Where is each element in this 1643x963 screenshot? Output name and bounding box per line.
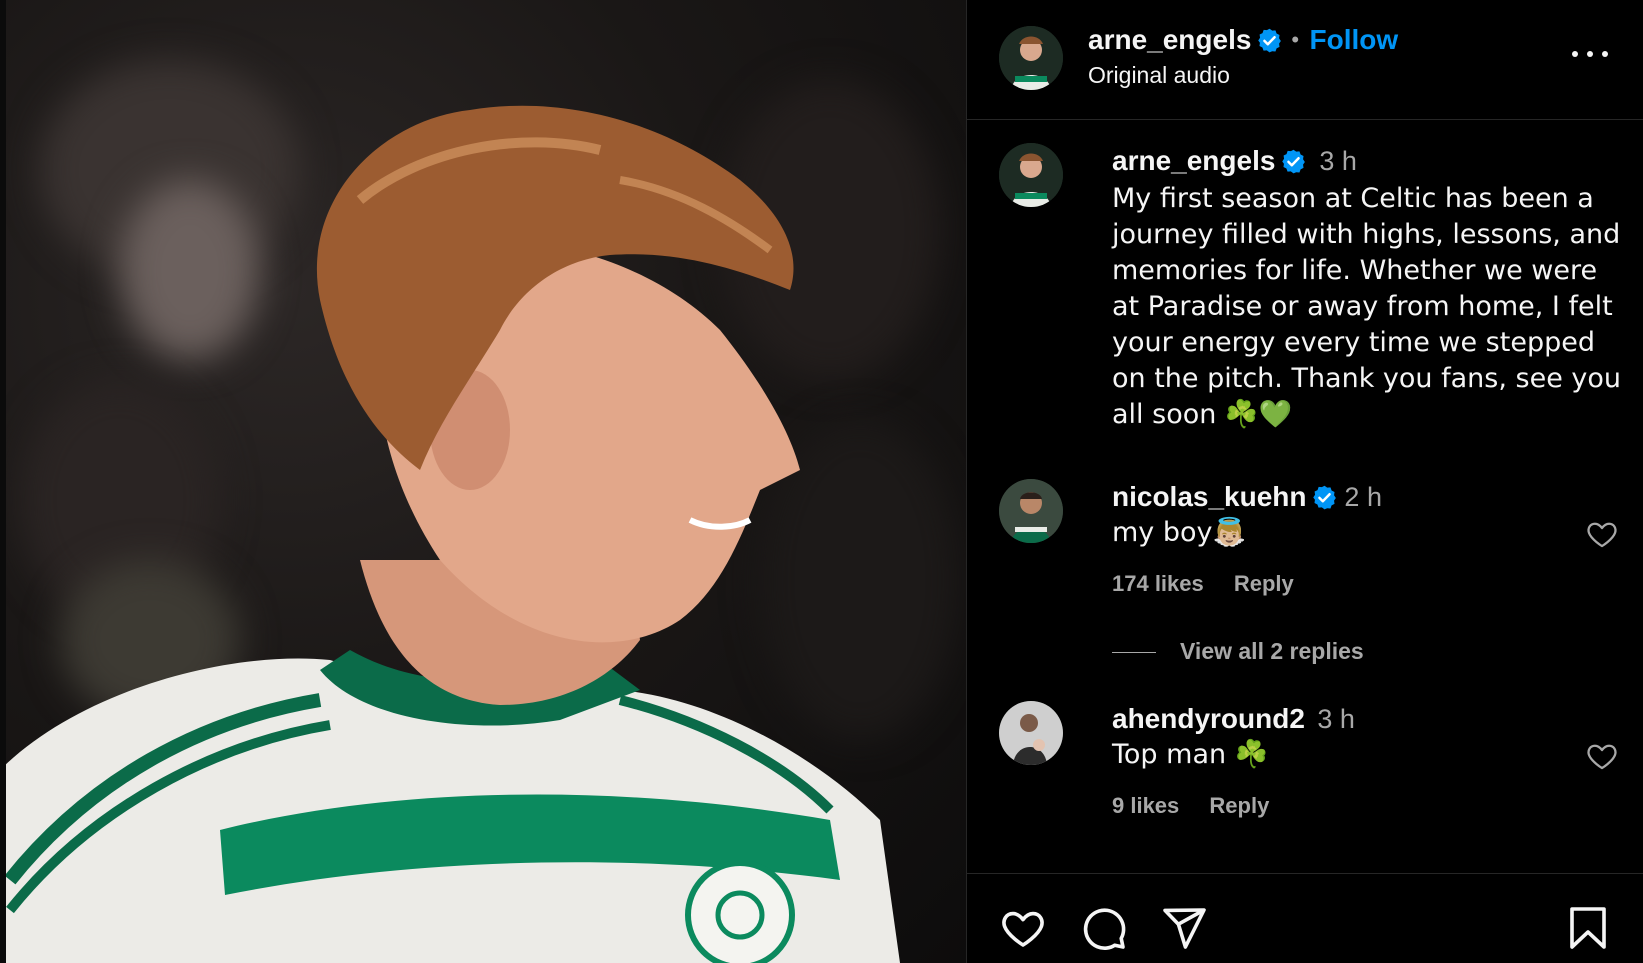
commenter-avatar[interactable] <box>999 701 1063 765</box>
commenter-avatar[interactable] <box>999 479 1063 543</box>
verified-badge-icon <box>1258 28 1281 52</box>
comment-actions: 9 likes Reply <box>1112 793 1293 819</box>
author-username[interactable]: arne_engels <box>1088 24 1251 55</box>
view-replies-button[interactable]: View all 2 replies <box>1112 638 1364 665</box>
frame-edge <box>0 0 6 963</box>
comment-icon[interactable] <box>1080 904 1128 952</box>
caption-username[interactable]: arne_engels <box>1112 145 1275 176</box>
original-audio-link[interactable]: Original audio <box>1088 62 1230 89</box>
comment-likes-count[interactable]: 9 likes <box>1112 793 1179 818</box>
caption-meta: arne_engels 3 h <box>1112 145 1357 177</box>
bookmark-icon[interactable] <box>1564 904 1612 952</box>
comment-timestamp[interactable]: 2 h <box>1344 482 1382 512</box>
post-header: arne_engels • Follow Original audio <box>967 0 1643 120</box>
video-player[interactable] <box>0 0 966 963</box>
commenter-username[interactable]: ahendyround2 <box>1112 703 1305 734</box>
comment-meta: nicolas_kuehn 2 h <box>1112 481 1382 513</box>
follow-button[interactable]: Follow <box>1309 24 1398 55</box>
heart-icon[interactable] <box>1585 517 1619 551</box>
comment-text: Top man ☘️ <box>1112 739 1269 770</box>
post-action-bar <box>967 873 1643 963</box>
separator-dot: • <box>1291 27 1300 52</box>
commenter-username[interactable]: nicolas_kuehn <box>1112 481 1307 512</box>
replies-divider <box>1112 652 1156 654</box>
heart-icon[interactable] <box>1585 739 1619 773</box>
caption-timestamp[interactable]: 3 h <box>1319 146 1357 176</box>
more-options-icon[interactable] <box>1572 44 1608 64</box>
verified-badge-icon <box>1282 149 1305 173</box>
comment-reply-button[interactable]: Reply <box>1209 793 1269 818</box>
post-details-panel: arne_engels • Follow Original audio arne… <box>966 0 1643 963</box>
comment-item: ahendyround2 3 h Top man ☘️ 9 likes Repl… <box>999 701 1619 831</box>
caption-text: My first season at Celtic has been a jou… <box>1112 183 1622 430</box>
post-caption: arne_engels 3 h My first season at Celti… <box>999 143 1622 443</box>
share-icon[interactable] <box>1160 904 1208 952</box>
author-avatar[interactable] <box>999 26 1063 90</box>
comment-actions: 174 likes Reply <box>1112 571 1318 597</box>
comment-text: my boy👼🏼 <box>1112 517 1247 548</box>
header-title-line: arne_engels • Follow <box>1088 24 1398 56</box>
comment-likes-count[interactable]: 174 likes <box>1112 571 1204 596</box>
verified-badge-icon <box>1313 485 1336 509</box>
view-replies-label: View all 2 replies <box>1180 638 1364 664</box>
instagram-post-viewer: arne_engels • Follow Original audio arne… <box>0 0 1643 963</box>
like-heart-icon[interactable] <box>999 904 1047 952</box>
comment-reply-button[interactable]: Reply <box>1234 571 1294 596</box>
comment-meta: ahendyround2 3 h <box>1112 703 1355 735</box>
comment-item: nicolas_kuehn 2 h my boy👼🏼 174 likes Rep… <box>999 479 1619 609</box>
comment-timestamp[interactable]: 3 h <box>1317 704 1355 734</box>
caption-author-avatar[interactable] <box>999 143 1063 207</box>
player-figure <box>0 105 900 963</box>
